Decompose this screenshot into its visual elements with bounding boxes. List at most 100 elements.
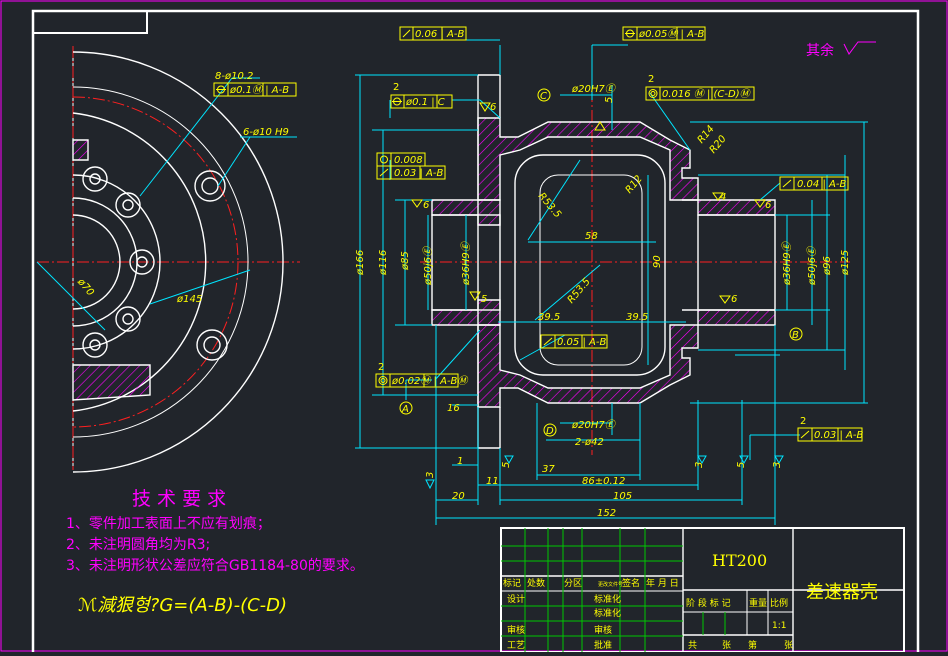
svg-text:37: 37 — [542, 464, 555, 475]
svg-text:6: 6 — [731, 294, 737, 305]
svg-text:90: 90 — [652, 255, 663, 268]
svg-text:58: 58 — [585, 231, 598, 242]
svg-text:1:1: 1:1 — [772, 621, 786, 631]
fcf-bottom-left: 2 ø0.02Ⓜ | A-BⓂ — [375, 362, 469, 388]
svg-text:6: 6 — [765, 200, 771, 211]
label-8-holes: 8-ø10.2 — [215, 71, 253, 82]
tech-req-item-2: 2、未注明圆角均为R3; — [66, 537, 210, 553]
dimension-texts: ø20H7Ⓔ ø20H7Ⓔ R14 R20 R12 R53.5 R53.5 58… — [355, 83, 851, 519]
fcf-mid: 0.05 | A-B — [540, 334, 608, 349]
svg-text:0.016 Ⓜ | (C-D)Ⓜ: 0.016 Ⓜ | (C-D)Ⓜ — [662, 88, 752, 100]
svg-text:39.5: 39.5 — [626, 312, 648, 323]
svg-text:ø36H9Ⓔ: ø36H9Ⓔ — [781, 240, 793, 286]
material-label: HT200 — [712, 551, 767, 570]
svg-text:审核: 审核 — [507, 624, 525, 636]
datum-c: C — [537, 88, 551, 102]
svg-text:C: C — [540, 91, 547, 102]
svg-text:ø96: ø96 — [822, 256, 833, 276]
fcf-top2: ø0.05Ⓜ | A-B — [622, 26, 706, 41]
label-dia-145: ø145 — [176, 294, 202, 305]
svg-text:A: A — [401, 404, 409, 415]
svg-text:0.04 | A-B: 0.04 | A-B — [797, 179, 846, 190]
svg-text:5: 5 — [736, 462, 747, 468]
formula-note: ℳ減狠형?G=(A-B)-(C-D) — [78, 595, 287, 616]
label-6-holes: 6-ø10 H9 — [243, 127, 289, 138]
svg-text:ø0.1 | C: ø0.1 | C — [405, 97, 445, 108]
svg-text:重量: 重量 — [749, 597, 767, 609]
fcf-right: 0.04 | A-B — [779, 176, 849, 191]
svg-text:4: 4 — [720, 192, 726, 203]
svg-text:处数: 处数 — [527, 577, 545, 589]
label-dia-70: ø70 — [74, 276, 95, 298]
svg-text:ø20H7Ⓔ: ø20H7Ⓔ — [571, 83, 617, 95]
svg-text:阶 段 标 记: 阶 段 标 记 — [686, 597, 731, 609]
svg-text:D: D — [546, 426, 554, 437]
datum-d: D — [543, 423, 557, 437]
svg-text:B: B — [792, 330, 799, 341]
svg-text:张: 张 — [784, 640, 793, 651]
svg-text:152: 152 — [597, 508, 616, 519]
svg-text:批准: 批准 — [594, 639, 612, 651]
svg-text:86±0.12: 86±0.12 — [582, 476, 625, 487]
svg-text:审核: 审核 — [594, 624, 612, 636]
svg-text:3: 3 — [694, 462, 705, 468]
svg-text:ø50j6Ⓔ: ø50j6Ⓔ — [422, 245, 434, 286]
svg-text:第: 第 — [748, 639, 757, 651]
tech-req-title: 技 术 要 求 — [132, 488, 226, 510]
svg-text:5: 5 — [481, 294, 487, 305]
svg-text:0.03 | A-B: 0.03 | A-B — [814, 430, 863, 441]
svg-text:11: 11 — [486, 476, 499, 487]
svg-text:ø50j6Ⓔ: ø50j6Ⓔ — [806, 245, 818, 286]
roughness-note: 其余 — [806, 41, 876, 59]
cad-drawing: 8-ø10.2 ø0.1Ⓜ | A-B 6-ø10 H9 ø70 ø145 0.… — [0, 0, 948, 653]
fcf-circular-runout: 0.03 | A-B — [376, 165, 446, 180]
svg-text:2: 2 — [648, 74, 654, 85]
svg-text:0.03 | A-B: 0.03 | A-B — [394, 168, 443, 179]
svg-text:标记: 标记 — [503, 577, 521, 589]
svg-text:ø0.1Ⓜ | A-B: ø0.1Ⓜ | A-B — [229, 84, 289, 96]
svg-text:设计: 设计 — [507, 593, 525, 605]
sheet-frame — [0, 0, 948, 652]
svg-text:签名: 签名 — [622, 577, 640, 589]
svg-text:ø36H9Ⓔ: ø36H9Ⓔ — [460, 240, 472, 286]
svg-text:2: 2 — [800, 416, 806, 427]
svg-text:ø0.05Ⓜ | A-B: ø0.05Ⓜ | A-B — [638, 28, 705, 40]
fcf-top1: 0.06 | A-B — [399, 26, 467, 41]
svg-text:共: 共 — [688, 640, 697, 651]
svg-text:5: 5 — [604, 97, 615, 103]
svg-text:ø116: ø116 — [378, 250, 389, 276]
tech-requirements: 技 术 要 求 1、零件加工表面上不应有划痕； 2、未注明圆角均为R3; 3、未… — [66, 488, 364, 616]
svg-text:标准化: 标准化 — [594, 593, 621, 605]
svg-text:5: 5 — [501, 462, 512, 468]
svg-text:标准化: 标准化 — [594, 607, 621, 619]
svg-text:0.06 | A-B: 0.06 | A-B — [415, 29, 464, 40]
tech-req-item-1: 1、零件加工表面上不应有划痕； — [66, 515, 271, 532]
svg-text:ø166: ø166 — [355, 250, 366, 276]
svg-text:2-ø42: 2-ø42 — [575, 437, 604, 448]
svg-text:工艺: 工艺 — [507, 640, 525, 651]
title-block: 标记 处数 分区 更改文件号 签名 年 月 日 设计 标准化 标准化 审核 审核… — [500, 527, 905, 653]
svg-text:3: 3 — [425, 472, 436, 478]
svg-text:39.5: 39.5 — [538, 312, 560, 323]
section-cut-hatch — [72, 364, 151, 401]
svg-text:更改文件号: 更改文件号 — [598, 581, 623, 588]
svg-text:105: 105 — [613, 491, 632, 502]
svg-text:ø125: ø125 — [840, 250, 851, 276]
fcf-c-position: 2 ø0.1 | C — [390, 82, 453, 109]
svg-text:3: 3 — [772, 462, 783, 468]
fcf-bottom-right: 2 0.03 | A-B — [797, 416, 863, 442]
svg-text:2: 2 — [378, 362, 384, 373]
datum-b: B — [789, 327, 803, 341]
drawing-canvas: 8-ø10.2 ø0.1Ⓜ | A-B 6-ø10 H9 ø70 ø145 0.… — [0, 0, 948, 653]
fcf-flatness: 0.008 — [376, 152, 426, 167]
svg-text:ø0.02Ⓜ | A-BⓂ: ø0.02Ⓜ | A-BⓂ — [391, 375, 469, 387]
tech-req-item-3: 3、未注明形状公差应符合GB1184-80的要求。 — [66, 557, 364, 574]
part-name: 差速器壳 — [806, 582, 878, 603]
svg-text:比例: 比例 — [770, 597, 788, 609]
svg-text:ø85: ø85 — [400, 251, 411, 271]
svg-text:0.05 | A-B: 0.05 | A-B — [557, 337, 606, 348]
fcf-c-right: 2 0.016 Ⓜ | (C-D)Ⓜ — [645, 74, 755, 101]
svg-text:0.008: 0.008 — [394, 155, 423, 166]
left-end-view: 8-ø10.2 ø0.1Ⓜ | A-B 6-ø10 H9 ø70 ø145 — [36, 46, 300, 473]
svg-text:ø20H7Ⓔ: ø20H7Ⓔ — [571, 419, 617, 431]
